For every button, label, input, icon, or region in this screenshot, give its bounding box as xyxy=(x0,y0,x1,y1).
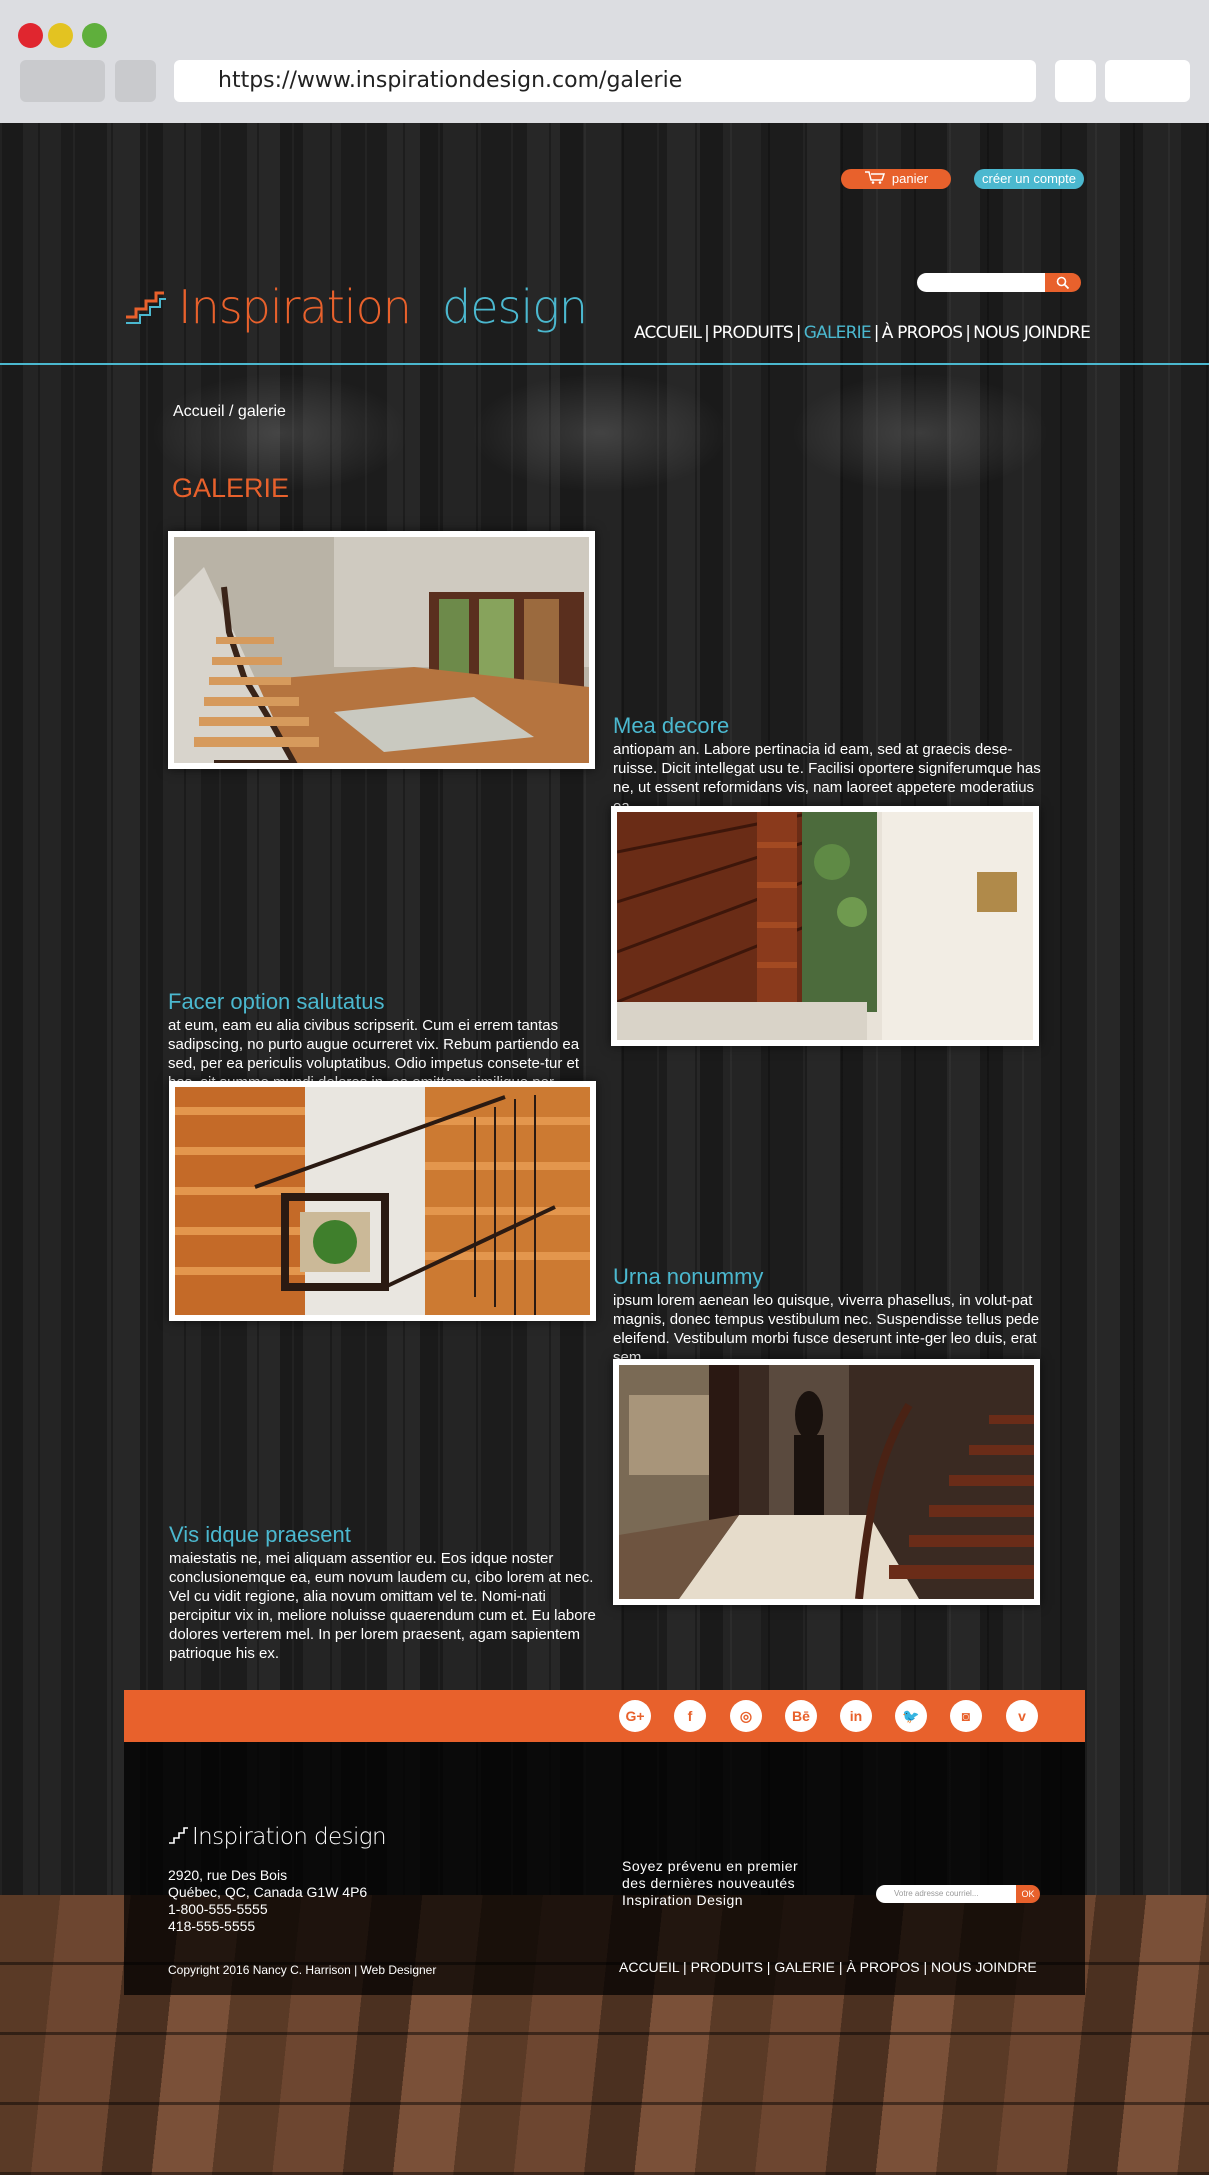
nav-produits[interactable]: PRODUITS xyxy=(712,323,794,343)
page-viewport: panier créer un compte Inspiration desig… xyxy=(0,123,1209,2175)
newsletter-line: Inspiration Design xyxy=(622,1892,744,1908)
header-divider xyxy=(0,363,1209,365)
back-button[interactable] xyxy=(20,60,105,102)
linkedin-icon[interactable]: in xyxy=(840,1700,872,1732)
gallery-image-2[interactable] xyxy=(611,806,1039,1046)
search-icon xyxy=(1056,276,1070,289)
facebook-icon[interactable]: f xyxy=(674,1700,706,1732)
page-title: GALERIE xyxy=(172,473,290,503)
nav-galerie[interactable]: GALERIE xyxy=(804,323,872,343)
nav-a-propos[interactable]: À PROPOS xyxy=(882,323,963,343)
create-account-button[interactable]: créer un compte xyxy=(974,169,1084,189)
behance-icon[interactable]: Bē xyxy=(785,1700,817,1732)
address-line: Québec, QC, Canada G1W 4P6 xyxy=(168,1884,368,1900)
svg-text:design: design xyxy=(442,280,587,334)
newsletter-email-input[interactable]: Votre adresse courriel... xyxy=(876,1885,1016,1903)
cart-icon xyxy=(864,170,886,190)
item-text-4: maiestatis ne, mei aliquam assentior eu.… xyxy=(169,1550,596,1662)
browser-action-button[interactable] xyxy=(1055,60,1096,102)
social-bar xyxy=(124,1690,1085,1742)
minimize-window-button[interactable] xyxy=(48,23,73,48)
copyright: Copyright 2016 Nancy C. Harrison | Web D… xyxy=(168,1963,437,1977)
svg-text:Inspiration: Inspiration xyxy=(178,280,411,334)
browser-menu-button[interactable] xyxy=(1105,60,1190,102)
item-title-1: Mea decore xyxy=(613,713,730,738)
address-line: 2920, rue Des Bois xyxy=(168,1867,288,1883)
spotlight xyxy=(790,373,1050,493)
newsletter-line: des dernières nouveautés xyxy=(622,1875,796,1891)
gallery-image-4[interactable] xyxy=(613,1359,1040,1605)
footer-logo[interactable]: Inspiration design xyxy=(168,1817,386,1851)
breadcrumb[interactable]: Accueil / galerie xyxy=(173,403,286,421)
newsletter-submit-button[interactable]: OK xyxy=(1016,1885,1040,1903)
site-logo[interactable]: Inspiration design xyxy=(124,271,600,337)
dribbble-icon[interactable]: ◎ xyxy=(730,1700,762,1732)
item-title-3: Urna nonummy xyxy=(613,1264,764,1289)
item-title-2: Facer option salutatus xyxy=(168,989,385,1014)
instagram-icon[interactable]: ◙ xyxy=(950,1700,982,1732)
footer-address: 2920, rue Des Bois Québec, QC, Canada G1… xyxy=(168,1867,367,1935)
close-window-button[interactable] xyxy=(18,23,43,48)
phone-number: 1-800-555-5555 xyxy=(168,1901,268,1917)
cart-button[interactable]: panier xyxy=(841,169,951,189)
spotlight xyxy=(470,373,730,493)
maximize-window-button[interactable] xyxy=(82,23,107,48)
gallery-image-1[interactable] xyxy=(168,531,595,769)
forward-button[interactable] xyxy=(115,60,156,102)
newsletter-line: Soyez prévenu en premier xyxy=(622,1858,799,1874)
vimeo-icon[interactable]: v xyxy=(1006,1700,1038,1732)
nav-nous-joindre[interactable]: NOUS JOINDRE xyxy=(973,323,1091,343)
search-button[interactable] xyxy=(1045,273,1081,292)
google-plus-icon[interactable]: G+ xyxy=(619,1700,651,1732)
main-nav: ACCUEIL | PRODUITS | GALERIE | À PROPOS | NOUS J… xyxy=(634,323,1091,343)
item-title-4: Vis idque praesent xyxy=(169,1522,351,1547)
newsletter-text: Soyez prévenu en premier des dernières n… xyxy=(622,1858,798,1909)
gallery-image-3[interactable] xyxy=(169,1081,596,1321)
footer-nav[interactable]: ACCUEIL | PRODUITS | GALERIE | À PROPOS … xyxy=(619,1959,1037,1975)
twitter-icon[interactable]: 🐦 xyxy=(895,1700,927,1732)
search-input[interactable] xyxy=(917,273,1045,292)
browser-chrome: https://www.inspirationdesign.com/galeri… xyxy=(0,0,1209,123)
cart-label: panier xyxy=(891,171,929,186)
svg-text:Inspiration design: Inspiration design xyxy=(192,1824,386,1850)
address-bar[interactable]: https://www.inspirationdesign.com/galeri… xyxy=(174,60,1036,102)
item-text-1: antiopam an. Labore pertinacia id eam, s… xyxy=(613,741,1041,815)
nav-accueil[interactable]: ACCUEIL xyxy=(634,323,702,343)
item-text-3: ipsum lorem aenean leo quisque, viverra … xyxy=(613,1292,1040,1366)
phone-number: 418-555-5555 xyxy=(168,1918,256,1934)
